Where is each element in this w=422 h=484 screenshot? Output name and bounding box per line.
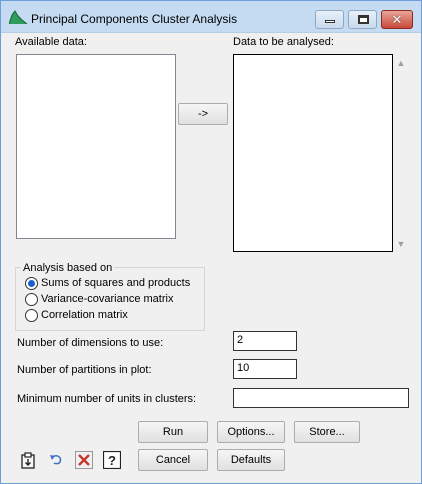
svg-text:?: ? bbox=[108, 453, 116, 468]
close-button[interactable]: ✕ bbox=[381, 10, 413, 29]
available-data-list[interactable] bbox=[16, 54, 176, 239]
move-to-analysis-button[interactable]: -> bbox=[178, 103, 228, 125]
maximize-icon bbox=[358, 15, 369, 24]
radio-label: Sums of squares and products bbox=[41, 277, 191, 289]
minimize-icon bbox=[325, 20, 335, 23]
min-units-label: Minimum number of units in clusters: bbox=[17, 393, 197, 405]
close-icon: ✕ bbox=[391, 12, 403, 27]
radio-label: Correlation matrix bbox=[41, 309, 128, 321]
dimensions-input[interactable]: 2 bbox=[233, 331, 297, 351]
scroll-down-icon[interactable]: ▼ bbox=[396, 240, 406, 249]
data-to-analyse-list[interactable] bbox=[233, 54, 393, 252]
radio-button[interactable] bbox=[25, 309, 38, 322]
app-logo-icon bbox=[9, 10, 27, 24]
undo-icon[interactable] bbox=[47, 451, 65, 469]
partitions-input[interactable]: 10 bbox=[233, 359, 297, 379]
analysis-based-on-title: Analysis based on bbox=[21, 262, 115, 274]
radio-button-selected[interactable] bbox=[25, 277, 38, 290]
paste-clipboard-icon[interactable] bbox=[19, 451, 37, 469]
cancel-button[interactable]: Cancel bbox=[138, 449, 208, 471]
scroll-up-icon[interactable]: ▲ bbox=[396, 59, 406, 68]
data-to-analyse-label: Data to be analysed: bbox=[233, 36, 334, 48]
radio-sums-of-squares[interactable]: Sums of squares and products bbox=[25, 277, 200, 291]
radio-correlation-matrix[interactable]: Correlation matrix bbox=[25, 309, 200, 323]
options-button[interactable]: Options... bbox=[217, 421, 285, 443]
dialog-window: Principal Components Cluster Analysis ✕ … bbox=[0, 0, 422, 484]
title-bar[interactable]: Principal Components Cluster Analysis ✕ bbox=[1, 1, 421, 33]
radio-variance-covariance[interactable]: Variance-covariance matrix bbox=[25, 293, 200, 307]
minimize-button[interactable] bbox=[315, 10, 344, 29]
radio-button[interactable] bbox=[25, 293, 38, 306]
clear-icon[interactable] bbox=[75, 451, 93, 469]
min-units-input[interactable] bbox=[233, 388, 409, 408]
help-icon[interactable]: ? bbox=[103, 451, 121, 469]
maximize-button[interactable] bbox=[348, 10, 377, 29]
radio-label: Variance-covariance matrix bbox=[41, 293, 174, 305]
available-data-label: Available data: bbox=[15, 36, 87, 48]
window-title: Principal Components Cluster Analysis bbox=[31, 12, 238, 26]
dimensions-label: Number of dimensions to use: bbox=[17, 337, 164, 349]
defaults-button[interactable]: Defaults bbox=[217, 449, 285, 471]
partitions-label: Number of partitions in plot: bbox=[17, 364, 152, 376]
run-button[interactable]: Run bbox=[138, 421, 208, 443]
store-button[interactable]: Store... bbox=[294, 421, 360, 443]
